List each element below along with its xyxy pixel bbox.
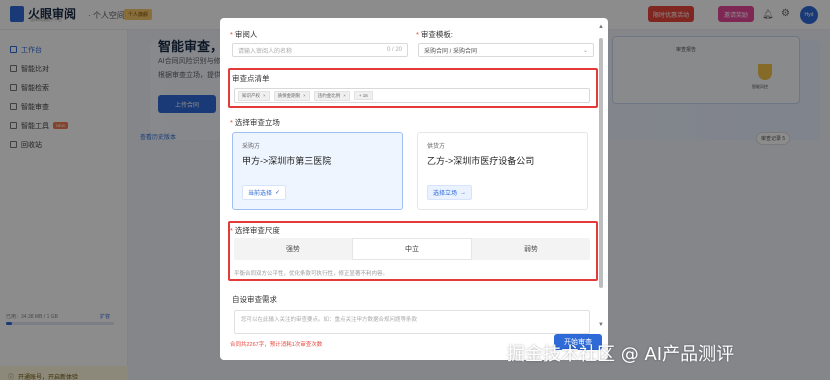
template-label: * 审查模板: (416, 30, 454, 39)
stance-card-party-b[interactable]: 供货方 乙方->深圳市医疗设备公司 选择立场 → (417, 132, 588, 210)
checklist-tag[interactable]: 知识产权 × (238, 90, 270, 101)
party-b-role: 供货方 (427, 144, 446, 150)
reviewer-label: * 审阅人 (230, 30, 258, 39)
party-a-role: 采购方 (242, 144, 261, 150)
watermark: 掘金技术社区 @ AI产品测评 (507, 344, 735, 365)
reviewer-placeholder: 请输入审阅人的名称 (238, 48, 293, 55)
party-b-name: 乙方->深圳市医疗设备公司 (427, 156, 535, 166)
footer-note: 合同共2267字，预计消耗1次审查次数 (230, 342, 323, 348)
modal-scrollbar[interactable]: ▲ ▼ (598, 22, 604, 352)
scale-label: * 选择审查尺度 (230, 226, 280, 235)
chevron-down-icon: ⌄ (582, 47, 588, 54)
template-select[interactable]: 采购合同 / 采购合同 ⌄ (418, 43, 594, 57)
template-value: 采购合同 / 采购合同 (424, 48, 478, 55)
checklist-label: 审查点清单 (232, 74, 270, 83)
scale-option-strong[interactable]: 强势 (234, 238, 352, 260)
close-icon: × (263, 93, 266, 98)
scroll-down-icon[interactable]: ▼ (598, 322, 604, 328)
stance-card-party-a[interactable]: 采购方 甲方->深圳市第三医院 当前选择 ✓ (232, 132, 403, 210)
close-icon: × (343, 93, 346, 98)
checklist-tag-input[interactable]: 知识产权 × 质保金期限 × 违约金比例 × + 16 (234, 88, 590, 103)
more-tags-count[interactable]: + 16 (353, 91, 373, 100)
choose-stance-button[interactable]: 选择立场 → (427, 185, 473, 200)
scale-option-neutral[interactable]: 中立 (352, 238, 472, 260)
scroll-thumb[interactable] (599, 38, 603, 288)
current-selection-button[interactable]: 当前选择 ✓ (242, 185, 287, 200)
scroll-up-icon[interactable]: ▲ (598, 24, 604, 30)
review-settings-modal: * 审阅人 请输入审阅人的名称 0 / 20 * 审查模板: 采购合同 / 采购合同… (220, 18, 608, 360)
party-a-name: 甲方->深圳市第三医院 (242, 156, 332, 166)
reviewer-char-counter: 0 / 20 (386, 47, 402, 53)
scale-hint: 平衡合同双方公平性，优化条款可执行性，修正显著不利内容。 (234, 271, 389, 277)
checklist-tag[interactable]: 质保金期限 × (273, 90, 310, 101)
scale-segmented-control: 强势 中立 弱势 (234, 238, 590, 260)
custom-requirements-textarea[interactable]: 您可以在此输入关注的审查要点。如：重点关注甲方数据合规问题等条款 (234, 310, 590, 334)
checklist-tag[interactable]: 违约金比例 × (313, 90, 350, 101)
custom-requirements-label: 自设审查需求 (232, 295, 277, 304)
reviewer-input[interactable]: 请输入审阅人的名称 0 / 20 (232, 43, 408, 57)
check-icon: ✓ (275, 190, 281, 196)
arrow-right-icon: → (460, 189, 467, 196)
scale-option-weak[interactable]: 弱势 (472, 238, 590, 260)
stance-label: * 选择审查立场 (230, 118, 280, 127)
close-icon: × (303, 93, 306, 98)
